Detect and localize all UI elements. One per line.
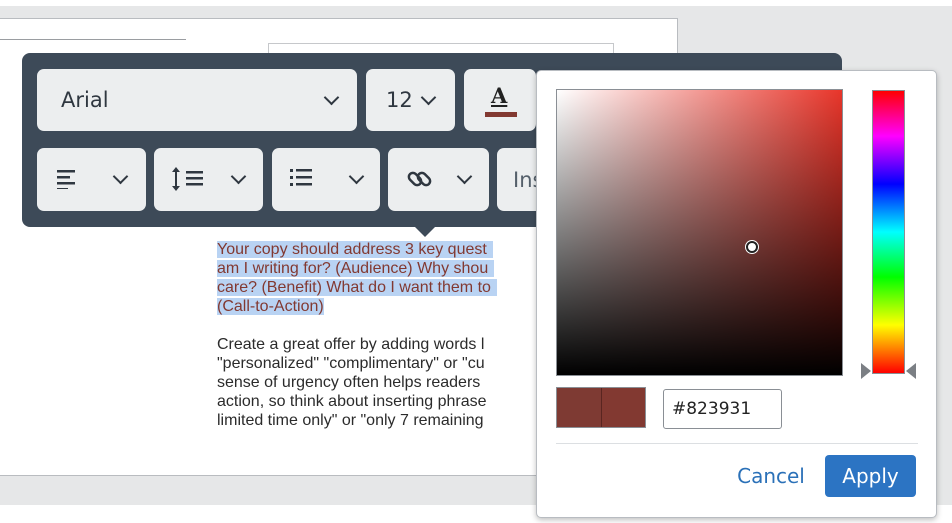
font-size-value: 12: [386, 88, 413, 112]
hue-handle-right[interactable]: [906, 363, 916, 379]
align-dropdown[interactable]: [37, 148, 146, 211]
hue-handle-left[interactable]: [861, 363, 871, 379]
color-cursor[interactable]: [746, 241, 758, 253]
saturation-value-area[interactable]: [556, 89, 843, 376]
text-line: "personalized" "complimentary" or "cu: [217, 355, 485, 372]
chevron-down-icon: [456, 168, 473, 185]
text-line: limited time only" or "only 7 remaining: [217, 412, 484, 429]
font-family-value: Arial: [61, 88, 109, 112]
list-dropdown[interactable]: [272, 148, 380, 211]
text-line: am I writing for? (Audience) Why shou: [217, 260, 495, 277]
text-line: sense of urgency often helps readers: [217, 374, 481, 391]
align-left-icon: [57, 170, 75, 189]
chevron-down-icon: [230, 168, 247, 185]
line-height-icon: [172, 167, 203, 191]
current-color-swatch: [601, 388, 645, 427]
cancel-button[interactable]: Cancel: [731, 455, 811, 497]
chevron-down-icon: [420, 89, 437, 106]
font-color-button[interactable]: A: [464, 69, 536, 131]
paragraph-selected[interactable]: Your copy should address 3 key quest am …: [217, 240, 547, 316]
previous-color-swatch[interactable]: [557, 388, 602, 427]
font-color-icon: A: [464, 69, 536, 131]
chevron-down-icon: [323, 89, 340, 106]
divider: [556, 443, 918, 444]
hue-slider[interactable]: [872, 90, 905, 374]
link-icon: [407, 171, 432, 187]
color-swatch: [556, 387, 646, 428]
toolbar-pointer: [414, 226, 436, 237]
hex-value: #823931: [672, 399, 752, 419]
apply-button[interactable]: Apply: [825, 455, 916, 497]
text-line: (Call-to-Action): [217, 298, 324, 315]
document-text[interactable]: Your copy should address 3 key quest am …: [217, 240, 547, 430]
font-family-dropdown[interactable]: Arial: [37, 69, 357, 131]
text-line: Create a great offer by adding words l: [217, 336, 485, 353]
color-picker-popup: #823931 Cancel Apply: [536, 70, 937, 518]
canvas-top: [0, 0, 952, 6]
cancel-label: Cancel: [737, 464, 805, 488]
paragraph[interactable]: Create a great offer by adding words l "…: [217, 335, 547, 430]
apply-label: Apply: [842, 464, 899, 488]
text-line: care? (Benefit) What do I want them to: [217, 279, 497, 296]
link-dropdown[interactable]: [388, 148, 489, 211]
divider-line: [0, 39, 186, 40]
font-color-indicator: [485, 112, 517, 117]
font-color-letter: A: [491, 83, 508, 108]
chevron-down-icon: [112, 168, 129, 185]
chevron-down-icon: [348, 168, 365, 185]
text-line: action, so think about inserting phrase: [217, 393, 487, 410]
text-line: Your copy should address 3 key quest: [217, 241, 493, 258]
bulleted-list-icon: [290, 169, 312, 186]
font-size-dropdown[interactable]: 12: [366, 69, 455, 131]
line-height-dropdown[interactable]: [154, 148, 263, 211]
hex-color-input[interactable]: #823931: [663, 389, 782, 429]
